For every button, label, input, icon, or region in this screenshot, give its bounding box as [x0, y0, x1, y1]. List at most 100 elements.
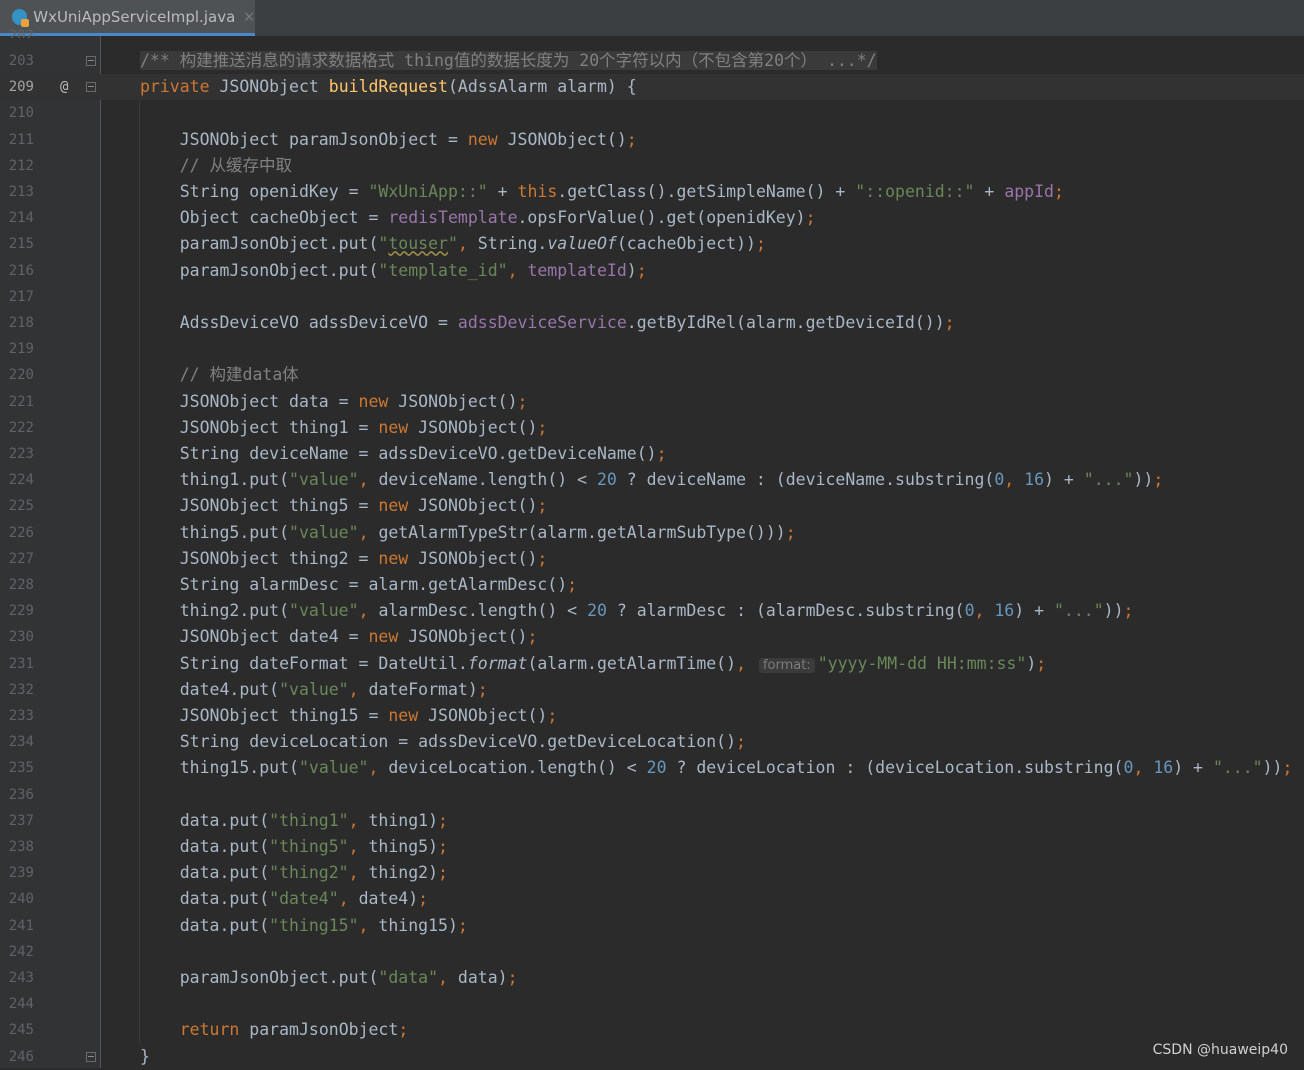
- line-number[interactable]: 215: [0, 231, 34, 257]
- code-text[interactable]: JSONObject thing5 = new JSONObject();: [140, 493, 548, 519]
- line-number[interactable]: 209: [0, 74, 34, 100]
- code-text[interactable]: String deviceLocation = adssDeviceVO.get…: [140, 729, 746, 755]
- code-text[interactable]: data.put("thing5", thing5);: [140, 834, 448, 860]
- code-line[interactable]: 209 @ private JSONObject buildRequest(Adss…: [0, 74, 1304, 101]
- line-number[interactable]: 212: [0, 153, 34, 179]
- code-line[interactable]: 217: [0, 284, 1304, 310]
- code-line[interactable]: 218 AdssDeviceVO adssDeviceVO = adssDevi…: [0, 310, 1304, 336]
- code-line[interactable]: 211 JSONObject paramJsonObject = new JSO…: [0, 127, 1304, 153]
- line-number[interactable]: 235: [0, 755, 34, 781]
- code-line[interactable]: 221 JSONObject data = new JSONObject();: [0, 389, 1304, 415]
- code-line[interactable]: 246}: [0, 1044, 1304, 1070]
- code-line[interactable]: 215 paramJsonObject.put("touser", String…: [0, 231, 1304, 257]
- code-line[interactable]: 229 thing2.put("value", alarmDesc.length…: [0, 598, 1304, 624]
- line-number[interactable]: 238: [0, 834, 34, 860]
- line-number[interactable]: 234: [0, 729, 34, 755]
- code-line[interactable]: 213 String openidKey = "WxUniApp::" + th…: [0, 179, 1304, 205]
- line-number[interactable]: 231: [0, 651, 34, 677]
- code-text[interactable]: AdssDeviceVO adssDeviceVO = adssDeviceSe…: [140, 310, 955, 336]
- code-line[interactable]: 231 String dateFormat = DateUtil.format(…: [0, 651, 1304, 677]
- code-line[interactable]: 214 Object cacheObject = redisTemplate.o…: [0, 205, 1304, 231]
- code-line[interactable]: 203 /** 构建推送消息的请求数据格式 thing值的数据长度为 20个字符以…: [0, 48, 1304, 74]
- line-number[interactable]: 220: [0, 362, 34, 388]
- line-number[interactable]: 214: [0, 205, 34, 231]
- line-number[interactable]: 203: [0, 48, 34, 74]
- close-tab-icon[interactable]: ×: [243, 9, 255, 25]
- line-number[interactable]: 233: [0, 703, 34, 729]
- code-line[interactable]: 236: [0, 782, 1304, 808]
- code-line[interactable]: 238 data.put("thing5", thing5);: [0, 834, 1304, 860]
- code-text[interactable]: paramJsonObject.put("touser", String.val…: [140, 231, 766, 257]
- line-number[interactable]: 223: [0, 441, 34, 467]
- line-number[interactable]: 241: [0, 913, 34, 939]
- code-text[interactable]: JSONObject data = new JSONObject();: [140, 389, 528, 415]
- code-text[interactable]: String alarmDesc = alarm.getAlarmDesc();: [140, 572, 577, 598]
- line-number[interactable]: 222: [0, 415, 34, 441]
- line-number[interactable]: 236: [0, 782, 34, 808]
- code-text[interactable]: Object cacheObject = redisTemplate.opsFo…: [140, 205, 816, 231]
- code-line[interactable]: 235 thing15.put("value", deviceLocation.…: [0, 755, 1304, 781]
- line-number[interactable]: 245: [0, 1017, 34, 1043]
- code-line[interactable]: 226 thing5.put("value", getAlarmTypeStr(…: [0, 520, 1304, 546]
- code-text[interactable]: data.put("thing15", thing15);: [140, 913, 468, 939]
- code-line[interactable]: 210: [0, 100, 1304, 126]
- line-number[interactable]: 217: [0, 284, 34, 310]
- code-line[interactable]: 227 JSONObject thing2 = new JSONObject()…: [0, 546, 1304, 572]
- fold-toggle-icon[interactable]: [86, 56, 96, 66]
- code-text[interactable]: JSONObject thing1 = new JSONObject();: [140, 415, 548, 441]
- line-number[interactable]: 224: [0, 467, 34, 493]
- fold-toggle-icon[interactable]: [86, 1051, 96, 1062]
- code-line[interactable]: 224 thing1.put("value", deviceName.lengt…: [0, 467, 1304, 493]
- file-tab[interactable]: WxUniAppServiceImpl.java ×: [0, 0, 255, 36]
- code-text[interactable]: JSONObject date4 = new JSONObject();: [140, 624, 538, 650]
- fold-toggle-icon[interactable]: [86, 82, 96, 93]
- code-text[interactable]: data.put("thing2", thing2);: [140, 860, 448, 886]
- code-line[interactable]: 241 data.put("thing15", thing15);: [0, 913, 1304, 939]
- code-text[interactable]: String deviceName = adssDeviceVO.getDevi…: [140, 441, 667, 467]
- code-line[interactable]: 220 // 构建data体: [0, 362, 1304, 388]
- code-text[interactable]: // 从缓存中取: [140, 153, 292, 179]
- code-line[interactable]: 240 data.put("date4", date4);: [0, 886, 1304, 912]
- line-number[interactable]: 210: [0, 100, 34, 126]
- line-number[interactable]: 219: [0, 336, 34, 362]
- code-text[interactable]: JSONObject thing2 = new JSONObject();: [140, 546, 548, 572]
- line-number[interactable]: 242: [0, 939, 34, 965]
- code-text[interactable]: // 构建data体: [140, 362, 299, 388]
- code-text[interactable]: String dateFormat = DateUtil.format(alar…: [140, 651, 1046, 679]
- code-text[interactable]: paramJsonObject.put("data", data);: [140, 965, 518, 991]
- line-number[interactable]: 228: [0, 572, 34, 598]
- override-marker-icon[interactable]: @: [60, 74, 68, 100]
- line-number[interactable]: 225: [0, 493, 34, 519]
- line-number[interactable]: 230: [0, 624, 34, 650]
- code-text[interactable]: date4.put("value", dateFormat);: [140, 677, 488, 703]
- code-editor[interactable]: 202 203 /** 构建推送消息的请求数据格式 thing值的数据长度为 20…: [0, 28, 1304, 1070]
- code-text[interactable]: JSONObject thing15 = new JSONObject();: [140, 703, 558, 729]
- line-number[interactable]: 227: [0, 546, 34, 572]
- code-text[interactable]: private JSONObject buildRequest(AdssAlar…: [140, 74, 637, 100]
- code-text[interactable]: return paramJsonObject;: [140, 1017, 409, 1043]
- code-text[interactable]: paramJsonObject.put("template_id", templ…: [140, 258, 647, 284]
- line-number[interactable]: 213: [0, 179, 34, 205]
- code-text[interactable]: JSONObject paramJsonObject = new JSONObj…: [140, 127, 637, 153]
- code-line[interactable]: 232 date4.put("value", dateFormat);: [0, 677, 1304, 703]
- code-text[interactable]: thing1.put("value", deviceName.length() …: [140, 467, 1164, 493]
- code-line[interactable]: 223 String deviceName = adssDeviceVO.get…: [0, 441, 1304, 467]
- code-line[interactable]: 212 // 从缓存中取: [0, 153, 1304, 179]
- code-text[interactable]: thing2.put("value", alarmDesc.length() <…: [140, 598, 1134, 624]
- line-number[interactable]: 218: [0, 310, 34, 336]
- line-number[interactable]: 229: [0, 598, 34, 624]
- line-number[interactable]: 246: [0, 1044, 34, 1070]
- line-number[interactable]: 244: [0, 991, 34, 1017]
- code-text[interactable]: /** 构建推送消息的请求数据格式 thing值的数据长度为 20个字符以内（不…: [140, 48, 877, 74]
- code-line[interactable]: 242: [0, 939, 1304, 965]
- code-line[interactable]: 222 JSONObject thing1 = new JSONObject()…: [0, 415, 1304, 441]
- code-line[interactable]: 219: [0, 336, 1304, 362]
- line-number[interactable]: 226: [0, 520, 34, 546]
- code-line[interactable]: 228 String alarmDesc = alarm.getAlarmDes…: [0, 572, 1304, 598]
- code-line[interactable]: 225 JSONObject thing5 = new JSONObject()…: [0, 493, 1304, 519]
- code-text[interactable]: String openidKey = "WxUniApp::" + this.g…: [140, 179, 1064, 205]
- code-line[interactable]: 216 paramJsonObject.put("template_id", t…: [0, 258, 1304, 284]
- line-number[interactable]: 240: [0, 886, 34, 912]
- code-text[interactable]: thing5.put("value", getAlarmTypeStr(alar…: [140, 520, 796, 546]
- line-number[interactable]: 237: [0, 808, 34, 834]
